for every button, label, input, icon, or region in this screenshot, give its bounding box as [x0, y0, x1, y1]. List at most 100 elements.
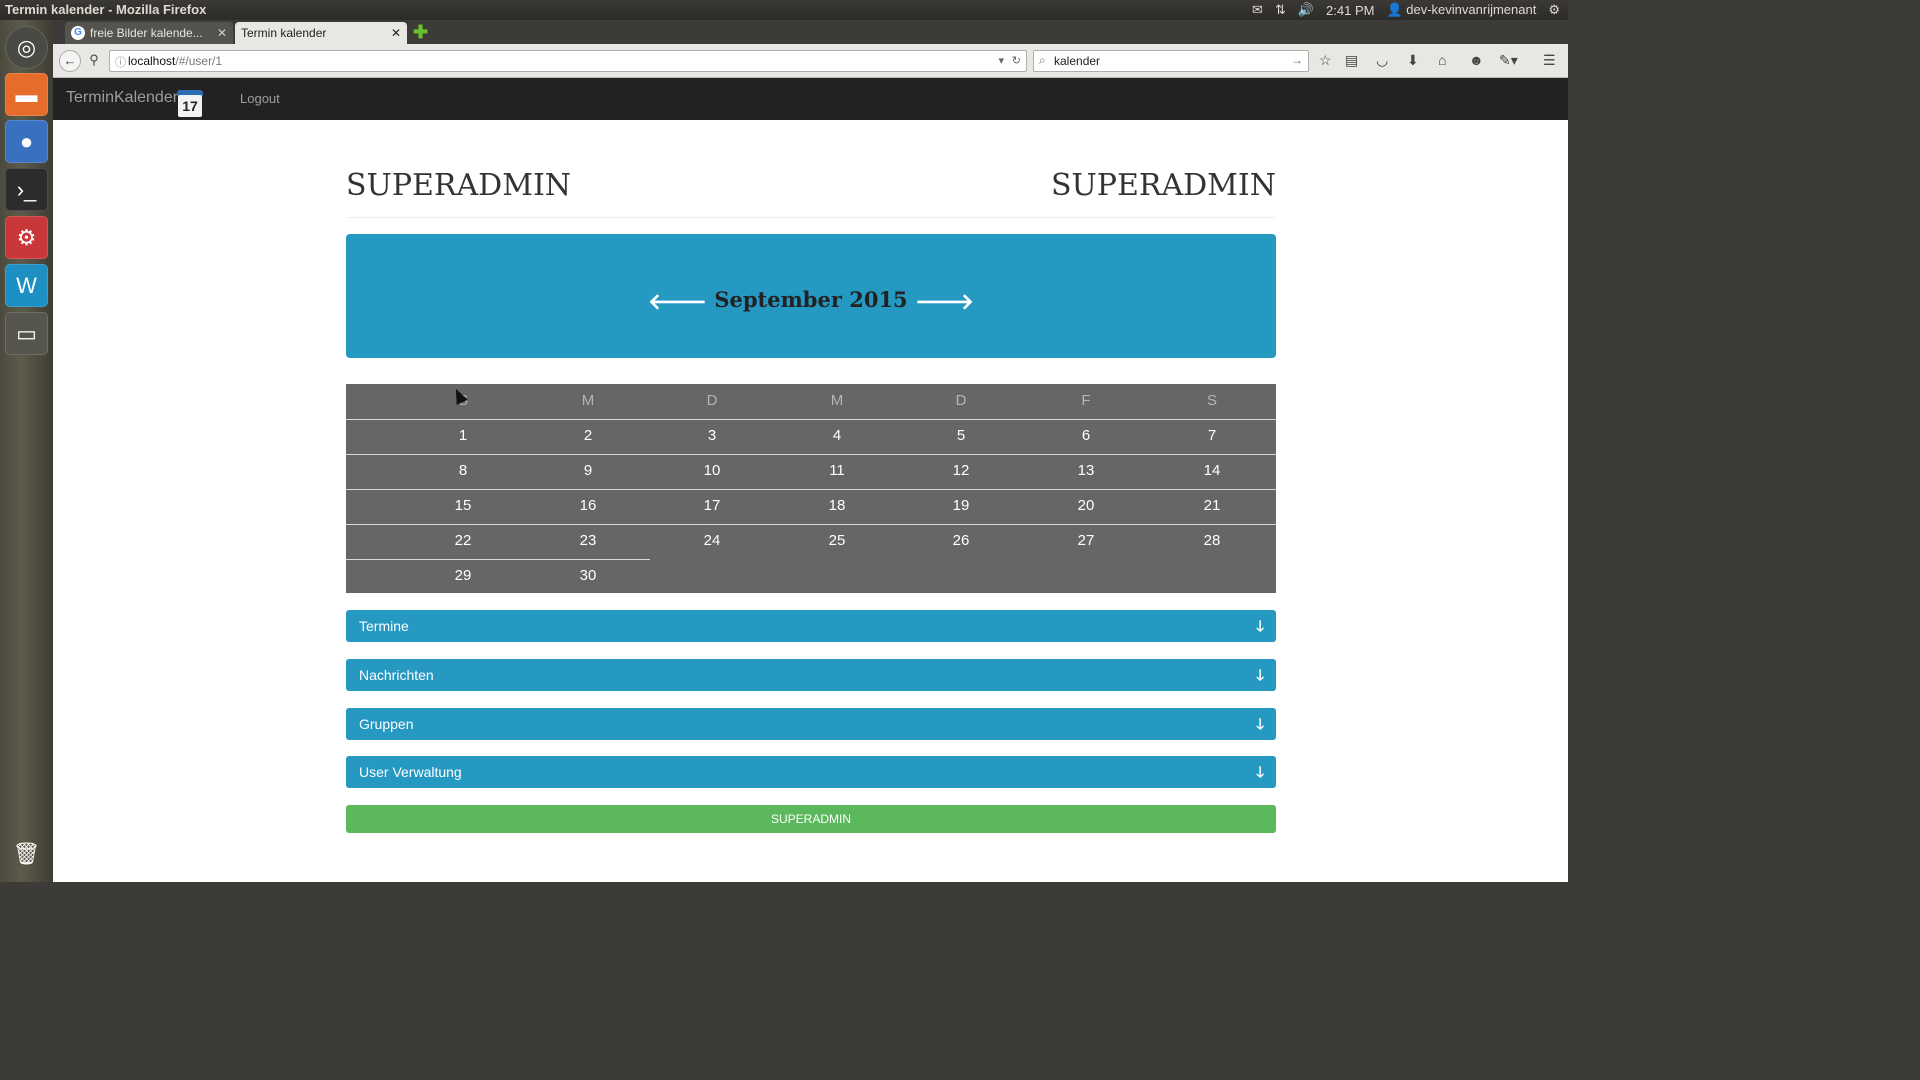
day-cell[interactable]: 23	[533, 524, 643, 559]
user-indicator[interactable]: 👤 dev-kevinvanrijmenant	[1386, 2, 1536, 18]
download-icon[interactable]: ⬇	[1407, 52, 1419, 69]
arrow-down-icon: 🡓	[1256, 716, 1264, 733]
network-icon[interactable]: ⇅	[1275, 2, 1286, 18]
month-header-panel: 🡐 September 2015 🡒	[346, 234, 1276, 358]
tab-strip: G freie Bilder kalende... ✕ Termin kalen…	[53, 20, 1568, 44]
prev-month-arrow-icon[interactable]: 🡐	[648, 289, 707, 315]
accordion-user-verwaltung[interactable]: User Verwaltung 🡓	[346, 756, 1276, 788]
day-cell[interactable]: 7	[1157, 419, 1267, 454]
day-cell[interactable]: 4	[782, 419, 892, 454]
day-cell[interactable]: 29	[408, 559, 518, 594]
accordion-termine[interactable]: Termine 🡓	[346, 610, 1276, 642]
calendar-week-row: 1234567	[346, 419, 1276, 454]
header-divider	[346, 217, 1276, 218]
day-cell[interactable]: 28	[1157, 524, 1267, 559]
day-cell[interactable]: 19	[906, 489, 1016, 524]
dash-home-icon[interactable]: ◎	[5, 26, 48, 69]
day-cell[interactable]: 8	[408, 454, 518, 489]
identity-icon[interactable]: ⚲	[83, 50, 105, 72]
terminal-icon[interactable]: ›_	[5, 168, 48, 211]
day-cell	[1031, 559, 1141, 594]
day-cell[interactable]: 9	[533, 454, 643, 489]
weekday-header: M	[581, 392, 595, 409]
url-host: localhost	[128, 54, 176, 68]
logout-link[interactable]: Logout	[240, 91, 280, 106]
google-icon: G	[71, 26, 85, 40]
tab-freie-bilder[interactable]: G freie Bilder kalende... ✕	[65, 22, 233, 44]
accordion-label: Gruppen	[359, 716, 414, 732]
day-cell[interactable]: 13	[1031, 454, 1141, 489]
calendar-week-row: 8 9 10 11 12 13 14	[346, 454, 1276, 489]
tab-label: freie Bilder kalende...	[90, 26, 203, 40]
day-cell[interactable]: 11	[782, 454, 892, 489]
reload-icon[interactable]: ↻	[1012, 54, 1021, 67]
calendar-grid: S M D M D F S 1 2 3 4 5 6 7 8 9 10 11 12 13 14 15 16 17 18 19 20 21…	[346, 384, 1276, 593]
url-bar[interactable]: ⓘ localhost/#/user/1 ▾ ↻	[109, 50, 1027, 72]
day-cell[interactable]: 10	[657, 454, 767, 489]
system-settings-icon[interactable]: ⚙	[5, 216, 48, 259]
next-month-arrow-icon[interactable]: 🡒	[915, 289, 974, 315]
menu-icon[interactable]: ☰	[1543, 52, 1556, 69]
search-go-icon[interactable]: →	[1291, 53, 1303, 67]
superadmin-button[interactable]: SUPERADMIN	[346, 805, 1276, 833]
clock-text[interactable]: 2:41 PM	[1326, 3, 1374, 18]
chat-icon[interactable]: ☻	[1469, 52, 1484, 68]
day-cell[interactable]: 20	[1031, 489, 1141, 524]
arrow-down-icon: 🡓	[1256, 764, 1264, 781]
extension-icon[interactable]: ✎▾	[1499, 52, 1518, 69]
settings-icon[interactable]: ⚙	[1548, 2, 1560, 18]
os-top-panel: Termin kalender - Mozilla Firefox ✉ ⇅ 🔊 …	[0, 0, 1568, 20]
app-navbar: TerminKalender 17 Logout	[53, 78, 1568, 120]
dropdown-icon[interactable]: ▾	[998, 54, 1004, 67]
day-cell[interactable]: 14	[1157, 454, 1267, 489]
day-cell[interactable]: 18	[782, 489, 892, 524]
home-icon[interactable]: ⌂	[1438, 52, 1446, 68]
accordion-label: User Verwaltung	[359, 764, 462, 780]
day-cell[interactable]: 3	[657, 419, 767, 454]
day-cell[interactable]: 6	[1031, 419, 1141, 454]
calendar-week-row: 22 23 24 25 26 27 28	[346, 524, 1276, 559]
bookmark-star-icon[interactable]: ☆	[1319, 52, 1332, 69]
day-cell[interactable]: 25	[782, 524, 892, 559]
reading-list-icon[interactable]: ▤	[1345, 52, 1358, 69]
firefox-icon[interactable]: ●	[5, 120, 48, 163]
volume-icon[interactable]: 🔊	[1298, 2, 1314, 18]
close-icon[interactable]: ✕	[391, 26, 401, 40]
navigation-toolbar: ← ⚲ ⓘ localhost/#/user/1 ▾ ↻ ⌕ kalender …	[53, 44, 1568, 78]
user-icon: 👤	[1386, 2, 1403, 17]
day-cell[interactable]: 21	[1157, 489, 1267, 524]
day-cell[interactable]: 27	[1031, 524, 1141, 559]
pocket-icon[interactable]: ◡	[1376, 52, 1388, 69]
day-cell[interactable]: 1	[408, 419, 518, 454]
trash-icon[interactable]: 🗑	[5, 832, 48, 875]
url-text: localhost/#/user/1	[128, 54, 222, 68]
weekday-header: F	[1081, 392, 1091, 409]
info-icon: ⓘ	[115, 57, 126, 69]
day-cell[interactable]: 30	[533, 559, 643, 594]
day-cell[interactable]: 22	[408, 524, 518, 559]
day-cell[interactable]: 17	[657, 489, 767, 524]
brand-link[interactable]: TerminKalender	[66, 89, 178, 107]
back-icon[interactable]: ←	[59, 50, 81, 72]
day-cell[interactable]: 26	[906, 524, 1016, 559]
new-tab-icon[interactable]: ✚	[413, 22, 428, 43]
day-cell[interactable]: 12	[906, 454, 1016, 489]
day-cell[interactable]: 15	[408, 489, 518, 524]
workspace-switcher-icon[interactable]: ▭	[5, 312, 48, 355]
tab-termin-kalender[interactable]: Termin kalender ✕	[235, 22, 407, 44]
search-bar[interactable]: ⌕ kalender →	[1033, 50, 1309, 72]
day-cell[interactable]: 2	[533, 419, 643, 454]
day-cell[interactable]: 5	[906, 419, 1016, 454]
month-label: September 2015	[714, 287, 908, 312]
mail-icon[interactable]: ✉	[1252, 2, 1263, 18]
accordion-gruppen[interactable]: Gruppen 🡓	[346, 708, 1276, 740]
day-cell[interactable]: 16	[533, 489, 643, 524]
webstorm-icon[interactable]: W	[5, 264, 48, 307]
close-icon[interactable]: ✕	[217, 26, 227, 40]
day-cell[interactable]: 24	[657, 524, 767, 559]
files-icon[interactable]: ▬	[5, 73, 48, 116]
search-input[interactable]: kalender	[1054, 54, 1100, 68]
calendar-icon: 17	[177, 90, 203, 117]
page-title-right: SUPERADMIN	[1050, 168, 1276, 203]
accordion-nachrichten[interactable]: Nachrichten 🡓	[346, 659, 1276, 691]
